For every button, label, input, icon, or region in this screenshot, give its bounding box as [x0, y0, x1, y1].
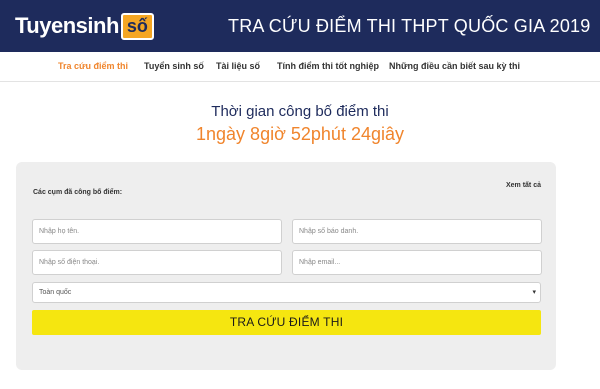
- search-submit-button[interactable]: TRA CỨU ĐIỂM THI: [32, 310, 541, 335]
- region-select[interactable]: Toàn quốc ▾: [32, 282, 541, 303]
- logo-text: Tuyensinh: [15, 13, 119, 38]
- nav-item-tuyen-sinh-so[interactable]: Tuyển sinh số: [144, 61, 204, 71]
- name-input[interactable]: Nhập họ tên.: [32, 219, 282, 244]
- search-form-panel: Các cụm đã công bố điểm: Xem tất cả Nhập…: [16, 162, 556, 370]
- nav-item-tinh-diem-thi[interactable]: Tính điểm thi tốt nghiệp: [277, 61, 379, 71]
- page-title: TRA CỨU ĐIỂM THI THPT QUỐC GIA 2019: [228, 16, 591, 36]
- see-all-link[interactable]: Xem tất cả: [506, 182, 541, 189]
- phone-input[interactable]: Nhập số điện thoại.: [32, 250, 282, 275]
- published-clusters-label: Các cụm đã công bố điểm:: [33, 189, 123, 196]
- nav-item-tra-cuu-diem-thi[interactable]: Tra cứu điểm thi: [58, 61, 128, 71]
- nav-item-tai-lieu-so[interactable]: Tài liệu số: [216, 61, 260, 71]
- countdown-timer: 1ngày 8giờ 52phút 24giây: [196, 124, 404, 144]
- site-header: Tuyensinh số TRA CỨU ĐIỂM THI THPT QUỐC …: [0, 0, 600, 52]
- site-logo[interactable]: Tuyensinh số: [15, 9, 154, 43]
- region-select-value: Toàn quốc: [39, 289, 72, 296]
- email-input[interactable]: Nhập email...: [292, 250, 542, 275]
- chevron-down-icon: ▾: [532, 289, 536, 296]
- sbd-input[interactable]: Nhập số báo danh.: [292, 219, 542, 244]
- logo-badge: số: [120, 12, 154, 40]
- countdown-label: Thời gian công bố điểm thi: [211, 103, 389, 120]
- main-nav: Tra cứu điểm thi Tuyển sinh số Tài liệu …: [0, 52, 600, 82]
- nav-item-nhung-dieu-can-biet[interactable]: Những điều cần biết sau kỳ thi: [389, 61, 520, 71]
